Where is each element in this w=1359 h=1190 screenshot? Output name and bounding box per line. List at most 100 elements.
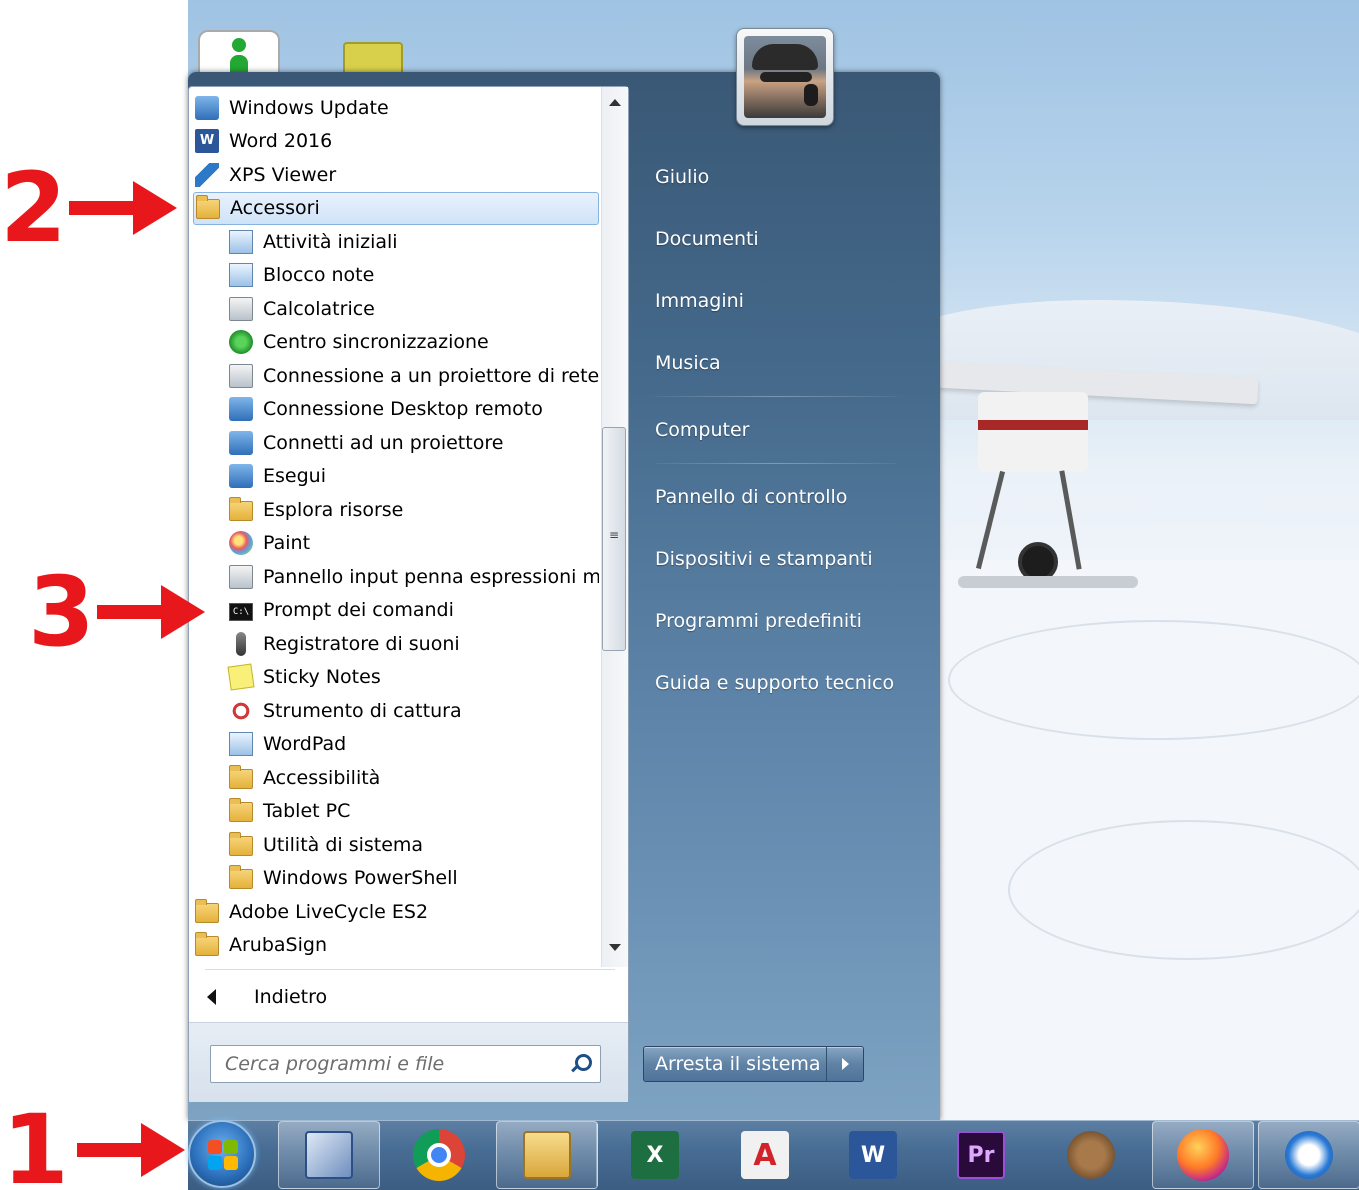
program-label: Esegui bbox=[263, 465, 326, 487]
right-pane-user[interactable]: Giulio bbox=[655, 166, 709, 188]
program-label: Attività iniziali bbox=[263, 230, 398, 253]
annotation-number: 1 bbox=[2, 1094, 69, 1190]
program-item-accessibilit[interactable]: Accessibilità bbox=[227, 761, 599, 794]
divider bbox=[205, 969, 615, 970]
right-pane-programmi-predefiniti[interactable]: Programmi predefiniti bbox=[655, 610, 862, 632]
program-item-centro-sincronizzazione[interactable]: Centro sincronizzazione bbox=[227, 326, 599, 359]
airplane-stripe bbox=[978, 420, 1088, 430]
acrobat-icon: A bbox=[741, 1131, 789, 1179]
arrow-shaft bbox=[76, 1143, 141, 1157]
right-pane-pannello-di-controllo[interactable]: Pannello di controllo bbox=[655, 486, 847, 508]
right-pane-guida[interactable]: Guida e supporto tecnico bbox=[655, 672, 894, 694]
folder-icon bbox=[229, 764, 253, 789]
program-item-esplora-risorse[interactable]: Esplora risorse bbox=[227, 493, 599, 526]
program-item-calcolatrice[interactable]: Calcolatrice bbox=[227, 292, 599, 325]
folder-icon bbox=[195, 898, 219, 923]
explorer-icon bbox=[229, 496, 253, 521]
taskbar-button-file-explorer[interactable] bbox=[496, 1121, 598, 1189]
annotation-2: 2 bbox=[0, 160, 177, 256]
annotation-3: 3 bbox=[28, 564, 205, 660]
taskbar-button-chrome[interactable] bbox=[388, 1121, 490, 1189]
taskbar-button-acrobat[interactable]: A bbox=[714, 1121, 816, 1189]
program-label: Pannello input penna espressioni ma bbox=[263, 565, 599, 588]
excel-icon: X bbox=[631, 1131, 679, 1179]
contact-app-icon[interactable] bbox=[198, 30, 280, 78]
math-input-icon bbox=[229, 564, 253, 589]
arrow-right-icon bbox=[140, 1123, 185, 1177]
program-item-wordpad[interactable]: WordPad bbox=[227, 728, 599, 761]
user-picture-frame[interactable] bbox=[736, 28, 834, 126]
arrow-shaft bbox=[68, 201, 133, 215]
right-pane-musica[interactable]: Musica bbox=[655, 352, 721, 374]
shutdown-button[interactable]: Arresta il sistema bbox=[644, 1047, 827, 1081]
taskbar-button-gimp[interactable] bbox=[1040, 1121, 1142, 1189]
program-label: Paint bbox=[263, 532, 311, 554]
taskbar-button-thunderbird[interactable] bbox=[1258, 1121, 1359, 1189]
program-label: Utilità di sistema bbox=[263, 833, 424, 856]
folder-icon bbox=[196, 195, 220, 219]
program-item-attivit-iniziali[interactable]: Attività iniziali bbox=[227, 225, 599, 258]
program-item-blocco-note[interactable]: Blocco note bbox=[227, 259, 599, 292]
chrome-icon bbox=[413, 1129, 465, 1181]
search-area: Cerca programmi e file bbox=[189, 1022, 628, 1102]
taskbar-button-remote-assistance[interactable] bbox=[278, 1121, 380, 1189]
airplane-strut bbox=[1059, 470, 1082, 570]
annotation-1: 1 bbox=[2, 1102, 185, 1190]
search-input[interactable]: Cerca programmi e file bbox=[210, 1045, 601, 1083]
folder-icon bbox=[195, 932, 219, 956]
right-pane-dispositivi-e-stampanti[interactable]: Dispositivi e stampanti bbox=[655, 548, 873, 570]
program-label: Strumento di cattura bbox=[263, 699, 462, 722]
program-item-windows-update[interactable]: Windows Update bbox=[193, 91, 599, 124]
program-item-connetti-ad-un-proiettore[interactable]: Connetti ad un proiettore bbox=[227, 426, 599, 459]
program-item-connessione-desktop-remoto[interactable]: Connessione Desktop remoto bbox=[227, 393, 599, 426]
program-item-pannello-input-penna-espressioni-ma[interactable]: Pannello input penna espressioni ma bbox=[227, 560, 599, 593]
program-item-word-2016[interactable]: W Word 2016 bbox=[193, 125, 599, 158]
all-programs-list[interactable]: Windows Update W Word 2016 XPS Viewer Access… bbox=[189, 87, 601, 967]
back-arrow-icon bbox=[207, 989, 216, 1005]
taskbar-button-firefox[interactable] bbox=[1152, 1121, 1254, 1189]
getting-started-icon bbox=[229, 229, 253, 254]
search-icon[interactable] bbox=[570, 1054, 592, 1074]
taskbar-separator bbox=[596, 1124, 598, 1186]
microphone-icon bbox=[236, 631, 246, 656]
program-item-xps-viewer[interactable]: XPS Viewer bbox=[193, 158, 599, 191]
projector-icon bbox=[229, 430, 253, 455]
program-item-adobe-livecycle-es2[interactable]: Adobe LiveCycle ES2 bbox=[193, 895, 599, 928]
program-item-windows-powershell[interactable]: Windows PowerShell bbox=[227, 862, 599, 895]
program-item-tablet-pc[interactable]: Tablet PC bbox=[227, 795, 599, 828]
program-item-utilit-di-sistema[interactable]: Utilità di sistema bbox=[227, 828, 599, 861]
xps-viewer-icon bbox=[195, 162, 219, 187]
remote-assistance-icon bbox=[305, 1131, 353, 1179]
gimp-icon bbox=[1067, 1131, 1115, 1179]
person-head-icon bbox=[232, 38, 246, 52]
program-item-prompt-dei-comandi[interactable]: C:\ Prompt dei comandi bbox=[227, 594, 599, 627]
program-item-registratore-di-suoni[interactable]: Registratore di suoni bbox=[227, 627, 599, 660]
arrow-right-icon bbox=[160, 585, 205, 639]
sunglasses-shape bbox=[760, 72, 812, 82]
taskbar-button-word[interactable]: W bbox=[822, 1121, 924, 1189]
program-label: Windows Update bbox=[229, 96, 389, 119]
start-button[interactable] bbox=[188, 1120, 256, 1188]
right-pane-documenti[interactable]: Documenti bbox=[655, 228, 759, 250]
program-item-paint[interactable]: Paint bbox=[227, 527, 599, 560]
program-label: WordPad bbox=[263, 733, 347, 755]
scroll-down-arrow-icon[interactable] bbox=[609, 944, 621, 951]
run-icon bbox=[229, 464, 253, 488]
scroll-up-arrow-icon[interactable] bbox=[609, 99, 621, 106]
program-item-esegui[interactable]: Esegui bbox=[227, 460, 599, 493]
search-placeholder: Cerca programmi e file bbox=[225, 1053, 445, 1075]
back-button[interactable]: Indietro bbox=[207, 982, 327, 1012]
taskbar-button-excel[interactable]: X bbox=[604, 1121, 706, 1189]
program-item-sticky-notes[interactable]: Sticky Notes bbox=[227, 661, 599, 694]
program-item-arubasign[interactable]: ArubaSign bbox=[193, 929, 599, 962]
right-pane-immagini[interactable]: Immagini bbox=[655, 290, 744, 312]
sync-center-icon bbox=[229, 330, 253, 354]
taskbar-button-premiere[interactable]: Pr bbox=[930, 1121, 1032, 1189]
shutdown-options-button[interactable] bbox=[827, 1047, 863, 1081]
sticky-notes-icon bbox=[227, 663, 255, 691]
avatar bbox=[744, 36, 826, 118]
right-pane-computer[interactable]: Computer bbox=[655, 419, 749, 441]
program-item-accessori[interactable]: Accessori bbox=[193, 191, 599, 225]
program-item-strumento-di-cattura[interactable]: Strumento di cattura bbox=[227, 694, 599, 727]
program-item-connessione-a-un-proiettore-di-rete[interactable]: Connessione a un proiettore di rete bbox=[227, 359, 599, 392]
